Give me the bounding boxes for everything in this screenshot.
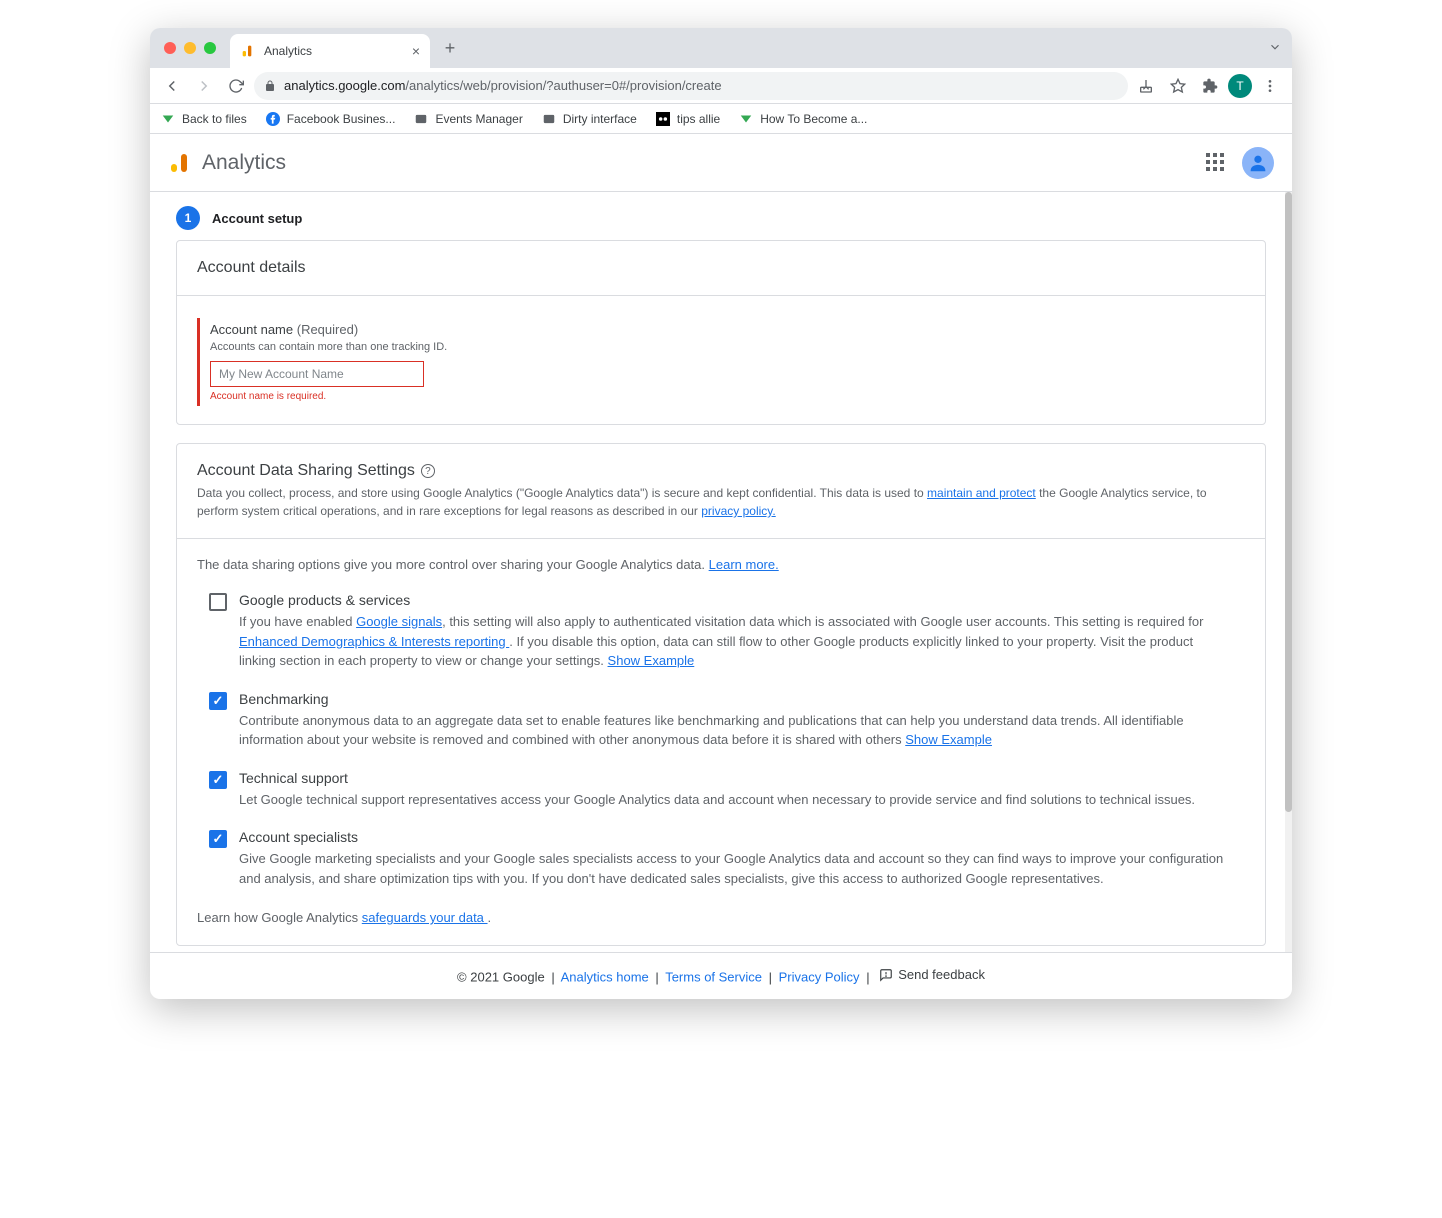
sharing-subtitle: Data you collect, process, and store usi… — [197, 484, 1245, 520]
analytics-logo-icon — [168, 151, 192, 175]
url-text: analytics.google.com/analytics/web/provi… — [284, 78, 722, 93]
browser-toolbar: analytics.google.com/analytics/web/provi… — [150, 68, 1292, 104]
scrollbar-track — [1285, 192, 1292, 952]
option-title: Google products & services — [239, 592, 1233, 608]
checkbox-google-products[interactable] — [209, 593, 227, 611]
sharing-title: Account Data Sharing Settings — [197, 462, 415, 480]
option-title: Benchmarking — [239, 691, 1233, 707]
field-label: Account name (Required) — [210, 322, 1245, 337]
share-icon[interactable] — [1132, 72, 1160, 100]
option-desc: Contribute anonymous data to an aggregat… — [239, 711, 1233, 750]
app-header: Analytics — [150, 134, 1292, 192]
bookmark-icon — [160, 111, 176, 127]
account-name-field: Account name (Required) Accounts can con… — [197, 318, 1245, 406]
facebook-icon — [265, 111, 281, 127]
footer-link[interactable]: Terms of Service — [665, 970, 762, 985]
bookmark-item[interactable]: Back to files — [160, 111, 247, 127]
analytics-favicon-icon — [240, 43, 256, 59]
minimize-window-icon[interactable] — [184, 42, 196, 54]
browser-tab[interactable]: Analytics × — [230, 34, 430, 68]
sharing-option: Account specialists Give Google marketin… — [209, 829, 1233, 888]
safeguards-link[interactable]: safeguards your data — [362, 910, 488, 925]
content-area: 1 Account setup Account details Account … — [150, 192, 1292, 952]
maintain-protect-link[interactable]: maintain and protect — [927, 486, 1036, 500]
bookmark-icon — [738, 111, 754, 127]
option-desc: If you have enabled Google signals, this… — [239, 612, 1233, 671]
bookmark-item[interactable]: Events Manager — [413, 111, 522, 127]
google-signals-link[interactable]: Google signals — [356, 614, 442, 629]
privacy-policy-link[interactable]: privacy policy. — [701, 504, 775, 518]
new-tab-button[interactable]: + — [436, 38, 464, 59]
step-badge: 1 — [176, 206, 200, 230]
bookmark-icon — [655, 111, 671, 127]
bookmark-item[interactable]: Dirty interface — [541, 111, 637, 127]
tabs-dropdown-icon[interactable] — [1268, 40, 1282, 57]
titlebar: Analytics × + — [150, 28, 1292, 68]
sharing-option: Technical support Let Google technical s… — [209, 770, 1233, 810]
user-avatar[interactable] — [1242, 147, 1274, 179]
checkbox-technical-support[interactable] — [209, 771, 227, 789]
reload-button[interactable] — [222, 72, 250, 100]
sharing-option: Google products & services If you have e… — [209, 592, 1233, 671]
window-controls — [150, 42, 230, 54]
send-feedback-button[interactable]: Send feedback — [879, 967, 985, 982]
sharing-option: Benchmarking Contribute anonymous data t… — [209, 691, 1233, 750]
copyright: © 2021 Google — [457, 970, 545, 985]
step-title: Account setup — [212, 211, 302, 226]
kebab-menu-icon[interactable] — [1256, 72, 1284, 100]
field-error: Account name is required. — [210, 391, 1245, 402]
scrollbar-thumb[interactable] — [1285, 192, 1292, 812]
bookmark-item[interactable]: Facebook Busines... — [265, 111, 396, 127]
footer: © 2021 Google | Analytics home | Terms o… — [150, 952, 1292, 999]
enhanced-demographics-link[interactable]: Enhanced Demographics & Interests report… — [239, 634, 509, 649]
option-title: Technical support — [239, 770, 1233, 786]
browser-window: Analytics × + analytics.google.com/analy… — [150, 28, 1292, 999]
bookmark-star-icon[interactable] — [1164, 72, 1192, 100]
lock-icon — [264, 80, 276, 92]
maximize-window-icon[interactable] — [204, 42, 216, 54]
feedback-icon — [879, 968, 893, 982]
show-example-link[interactable]: Show Example — [608, 653, 695, 668]
account-name-input[interactable] — [210, 361, 424, 387]
app-title: Analytics — [202, 151, 286, 175]
folder-icon — [413, 111, 429, 127]
close-window-icon[interactable] — [164, 42, 176, 54]
account-details-card: Account details Account name (Required) … — [176, 240, 1266, 425]
footer-link[interactable]: Analytics home — [561, 970, 649, 985]
safeguards-text: Learn how Google Analytics safeguards yo… — [197, 910, 1245, 925]
back-button[interactable] — [158, 72, 186, 100]
close-tab-icon[interactable]: × — [412, 43, 420, 59]
option-desc: Give Google marketing specialists and yo… — [239, 849, 1233, 888]
learn-more-link[interactable]: Learn more. — [709, 557, 779, 572]
option-desc: Let Google technical support representat… — [239, 790, 1233, 810]
profile-avatar[interactable]: T — [1228, 74, 1252, 98]
option-title: Account specialists — [239, 829, 1233, 845]
address-bar[interactable]: analytics.google.com/analytics/web/provi… — [254, 72, 1128, 100]
card-title: Account details — [197, 259, 1245, 277]
tab-title: Analytics — [264, 44, 404, 58]
footer-link[interactable]: Privacy Policy — [779, 970, 860, 985]
bookmark-item[interactable]: How To Become a... — [738, 111, 867, 127]
step-header: 1 Account setup — [176, 192, 1266, 240]
checkbox-benchmarking[interactable] — [209, 692, 227, 710]
bookmarks-bar: Back to files Facebook Busines... Events… — [150, 104, 1292, 134]
field-help: Accounts can contain more than one track… — [210, 341, 1245, 353]
folder-icon — [541, 111, 557, 127]
apps-grid-icon[interactable] — [1206, 153, 1226, 173]
checkbox-account-specialists[interactable] — [209, 830, 227, 848]
help-icon[interactable]: ? — [421, 464, 435, 478]
logo[interactable]: Analytics — [168, 151, 286, 175]
forward-button[interactable] — [190, 72, 218, 100]
options-intro: The data sharing options give you more c… — [197, 557, 1245, 572]
data-sharing-card: Account Data Sharing Settings ? Data you… — [176, 443, 1266, 946]
show-example-link[interactable]: Show Example — [905, 732, 992, 747]
extensions-icon[interactable] — [1196, 72, 1224, 100]
bookmark-item[interactable]: tips allie — [655, 111, 720, 127]
